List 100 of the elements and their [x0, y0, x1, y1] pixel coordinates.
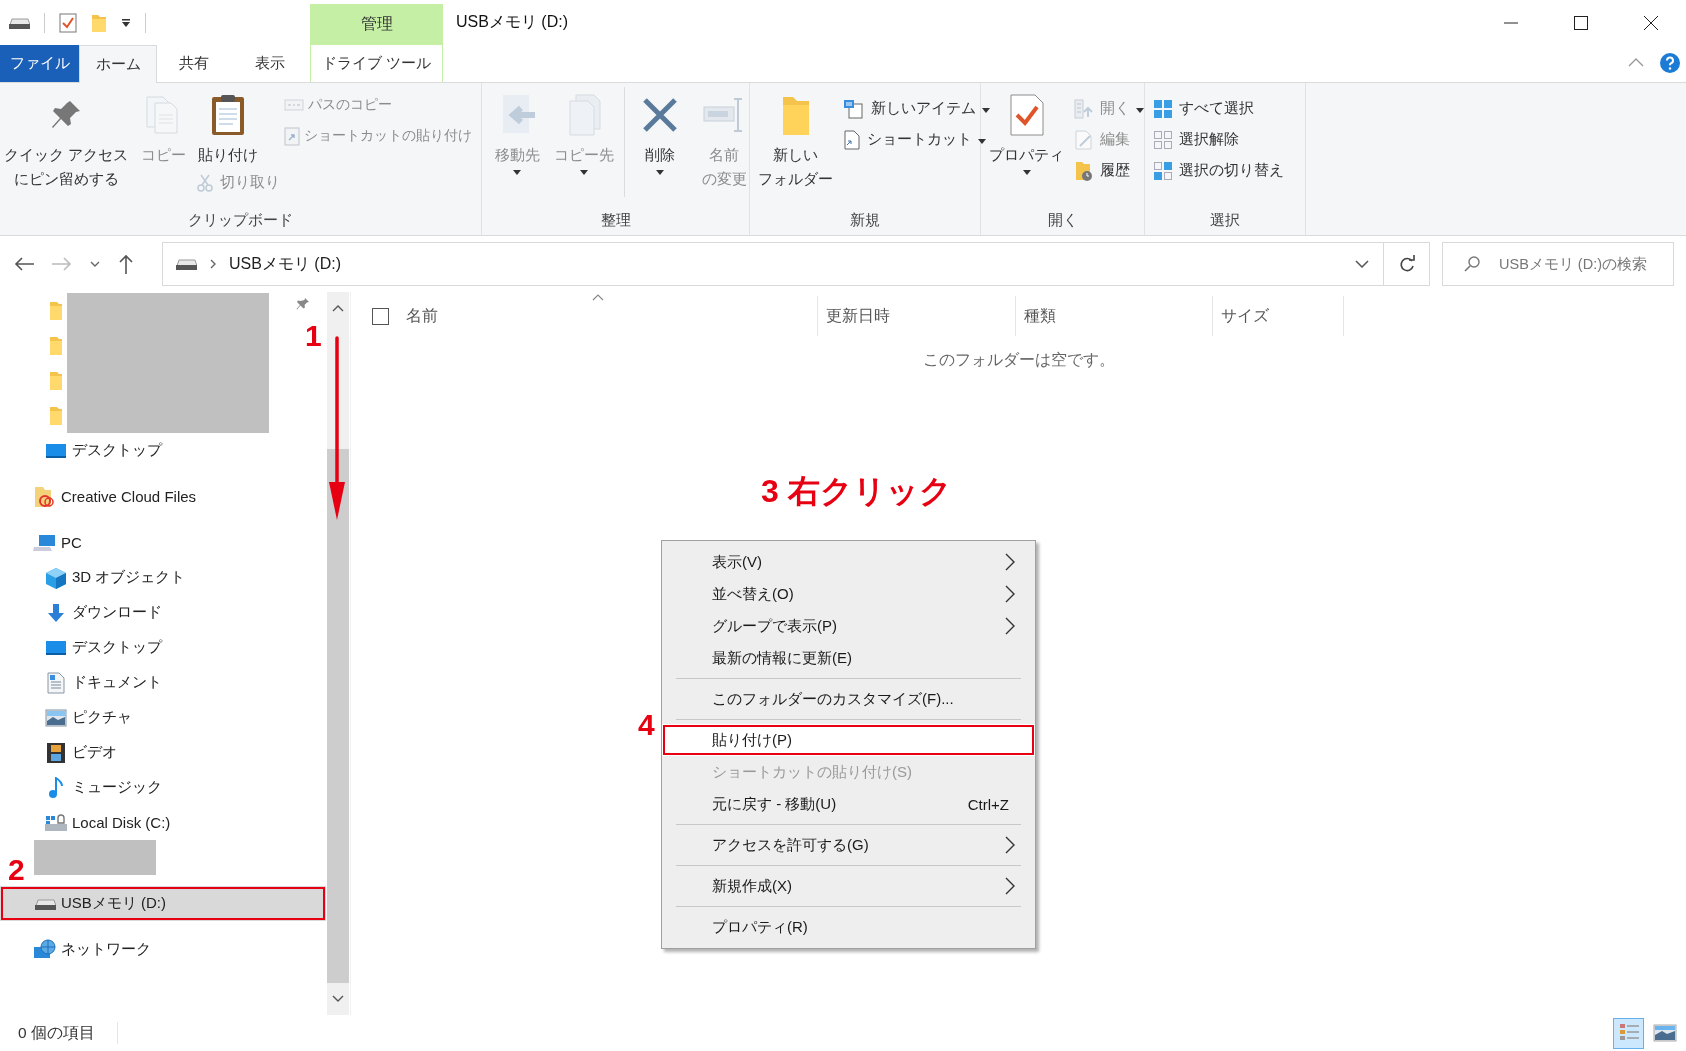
menu-item[interactable]: 並べ替え(O)	[662, 578, 1035, 610]
scroll-down-icon[interactable]	[332, 995, 344, 1003]
search-field[interactable]: USBメモリ (D:)の検索	[1442, 242, 1674, 286]
folder-icon	[49, 300, 63, 321]
ribbon-button[interactable]: 選択の切り替え	[1149, 155, 1288, 186]
nav-item[interactable]: Local Disk (C:)	[0, 805, 326, 840]
help-icon[interactable]	[1660, 53, 1680, 73]
grid-icon	[1153, 98, 1173, 119]
menu-item[interactable]: 元に戻す - 移動(U) Ctrl+Z	[662, 788, 1035, 820]
ribbon-tab[interactable]: 表示	[230, 45, 310, 82]
document-icon	[47, 671, 65, 694]
refresh-button[interactable]	[1384, 242, 1430, 286]
monitor-icon	[45, 442, 67, 459]
chevron-down-icon[interactable]	[1355, 260, 1369, 268]
address-field[interactable]: USBメモリ (D:)	[162, 242, 1384, 286]
grid-icon	[1153, 129, 1173, 150]
drive-icon	[8, 15, 30, 30]
search-icon	[1464, 256, 1480, 272]
music-note-icon	[48, 776, 64, 799]
nav-item[interactable]: ネットワーク	[0, 932, 326, 967]
column-header[interactable]: 更新日時	[818, 296, 1016, 336]
menu-item[interactable]: 新規作成(X)	[662, 870, 1035, 902]
menu-item[interactable]: このフォルダーのカスタマイズ(F)...	[662, 683, 1035, 715]
nav-item[interactable]: ドキュメント	[0, 665, 326, 700]
folder-icon	[34, 485, 56, 508]
column-header[interactable]: 名前	[406, 296, 818, 336]
down-arrow-icon	[47, 602, 65, 623]
checkmark-page-icon	[1008, 93, 1045, 137]
folder-icon	[49, 335, 63, 356]
path-copy-icon	[284, 97, 305, 112]
nav-item[interactable]: 3D オブジェクト	[0, 560, 326, 595]
grid-icon	[1153, 160, 1173, 181]
window-title: USBメモリ (D:)	[456, 12, 569, 32]
up-icon[interactable]	[118, 254, 134, 274]
ribbon-button[interactable]: すべて選択	[1149, 93, 1258, 124]
ribbon-button[interactable]: 履歴	[1070, 155, 1134, 186]
nav-item[interactable]: デスクトップ	[0, 630, 326, 665]
ribbon-button[interactable]: 削除	[629, 87, 691, 177]
nav-item[interactable]: ピクチャ	[0, 700, 326, 735]
scissors-icon	[196, 173, 215, 192]
cube-icon	[45, 566, 67, 589]
context-tab-header: 管理	[310, 4, 443, 45]
scroll-up-icon[interactable]	[332, 304, 344, 312]
ribbon-button[interactable]: 貼り付け	[194, 87, 263, 169]
network-icon	[33, 938, 57, 961]
refresh-icon	[1398, 255, 1415, 273]
nav-item[interactable]: デスクトップ	[0, 433, 326, 468]
file-tab[interactable]: ファイル	[0, 45, 79, 82]
page-icon	[843, 129, 861, 150]
column-header[interactable]: サイズ	[1213, 296, 1344, 336]
select-all-checkbox[interactable]	[372, 307, 389, 325]
back-icon[interactable]	[14, 256, 34, 272]
image-view-icon	[1652, 1021, 1677, 1045]
disk-icon	[44, 812, 68, 833]
ribbon-button[interactable]: 新しい フォルダー	[754, 87, 837, 193]
menu-item[interactable]: アクセスを許可する(G)	[662, 829, 1035, 861]
ribbon-tab[interactable]: 共有	[157, 45, 230, 82]
group-label: 新規	[849, 210, 881, 230]
nav-item[interactable]: ビデオ	[0, 735, 326, 770]
image-icon	[45, 708, 67, 727]
close-icon	[1644, 15, 1658, 30]
step-number: 1	[305, 321, 322, 351]
ribbon-tab[interactable]: ドライブ ツール	[310, 45, 443, 82]
menu-item[interactable]: 最新の情報に更新(E)	[662, 642, 1035, 674]
nav-item[interactable]: ミュージック	[0, 770, 326, 805]
view-button[interactable]	[1613, 1017, 1644, 1049]
clock-folder-icon	[1074, 159, 1094, 182]
nav-item[interactable]: USBメモリ (D:)	[0, 886, 326, 921]
chevron-down-icon[interactable]	[90, 260, 100, 268]
group-label: 整理	[599, 210, 632, 230]
nav-item[interactable]: PC	[0, 525, 326, 560]
ribbon-button[interactable]: 選択解除	[1149, 124, 1243, 155]
scrollbar-thumb[interactable]	[327, 449, 349, 983]
ribbon-button[interactable]: クイック アクセス にピン留めする	[0, 87, 133, 193]
empty-folder-message: このフォルダーは空です。	[922, 350, 1116, 370]
column-header[interactable]: 種類	[1016, 296, 1213, 336]
menu-item[interactable]: グループで表示(P)	[662, 610, 1035, 642]
pencil-page-icon	[1074, 129, 1094, 150]
drive-icon	[175, 257, 197, 271]
list-arrow-icon	[1074, 98, 1094, 119]
chevron-right-icon	[209, 259, 217, 269]
nav-item[interactable]: ダウンロード	[0, 595, 326, 630]
group-label: 開く	[1046, 210, 1079, 230]
monitor-icon	[45, 639, 67, 656]
maximize-icon	[1574, 15, 1588, 30]
folder-icon	[49, 370, 63, 391]
breadcrumb[interactable]: USBメモリ (D:)	[229, 253, 341, 275]
computer-icon	[33, 533, 57, 552]
dropdown-icon[interactable]	[121, 17, 131, 28]
ribbon-tab[interactable]: ホーム	[79, 45, 157, 83]
group-label: クリップボード	[187, 210, 294, 230]
film-icon	[46, 741, 66, 764]
folder-icon	[49, 405, 63, 426]
menu-item[interactable]: プロパティ(R)	[662, 911, 1035, 943]
step-number: 2	[8, 855, 25, 885]
menu-item[interactable]: 表示(V)	[662, 546, 1035, 578]
menu-item[interactable]: 貼り付け(P)	[662, 724, 1035, 756]
collapse-ribbon-icon[interactable]	[1628, 57, 1644, 67]
folder-icon	[91, 12, 107, 33]
nav-item[interactable]: Creative Cloud Files	[0, 479, 326, 514]
